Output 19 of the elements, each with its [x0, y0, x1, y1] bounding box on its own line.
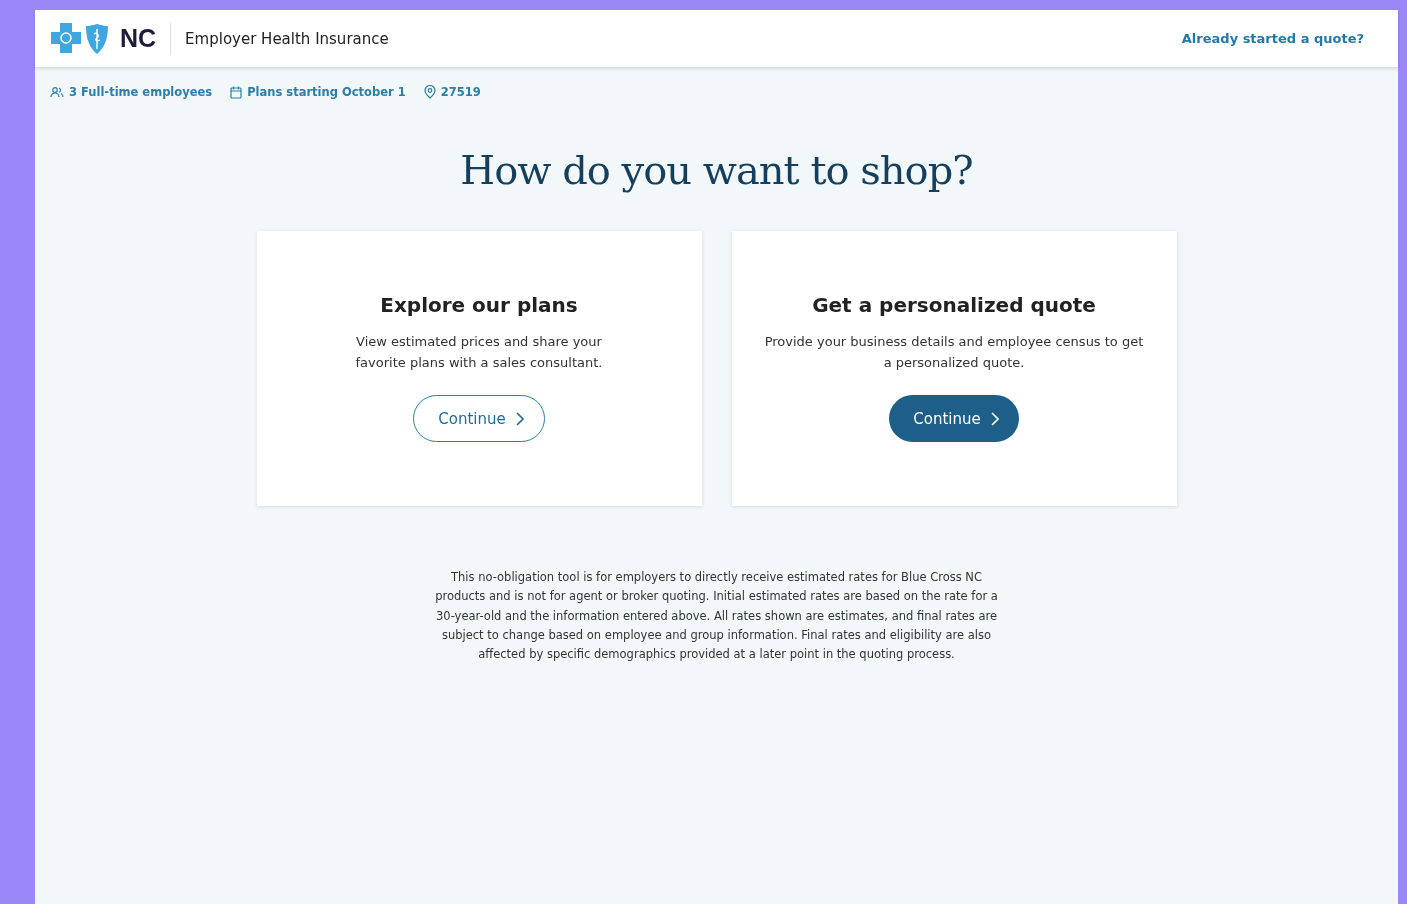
- site-title: Employer Health Insurance: [185, 29, 389, 48]
- card-description: Provide your business details and employee census to get a personalized quote.: [764, 333, 1144, 372]
- summary-text: 27519: [440, 85, 481, 99]
- summary-text: 3 Full-time employees: [69, 85, 213, 99]
- chevron-right-icon: [990, 411, 999, 426]
- page-heading: How do you want to shop?: [459, 147, 974, 193]
- logo-text: NC: [120, 24, 157, 53]
- chevron-right-icon: [515, 411, 524, 426]
- location-pin-icon: [423, 85, 436, 99]
- card-title: Get a personalized quote: [812, 293, 1096, 317]
- summary-text: Plans starting October 1: [247, 85, 406, 99]
- continue-button[interactable]: Continue: [889, 395, 1019, 442]
- calendar-icon: [230, 85, 243, 99]
- card-description: View estimated prices and share your favorite plans with a sales consultant.: [354, 333, 604, 372]
- continue-button[interactable]: Continue: [413, 395, 545, 442]
- already-started-link[interactable]: Already started a quote?: [1181, 31, 1364, 46]
- card-title: Explore our plans: [380, 293, 578, 317]
- people-icon: [50, 86, 64, 98]
- disclaimer-text: This no-obligation tool is for employers to directly receive estimated rates for Blue Cross NC products and is not for agent or broker quoting. Initial estimated rates are based on the rate for a 30-year-old and the information entered above. All rates shown are estimates, and final rates are subject to change based on employee and group information. Final rates and eligibility are also affected by specific demographics provided at a later point in the quoting process.: [434, 569, 999, 664]
